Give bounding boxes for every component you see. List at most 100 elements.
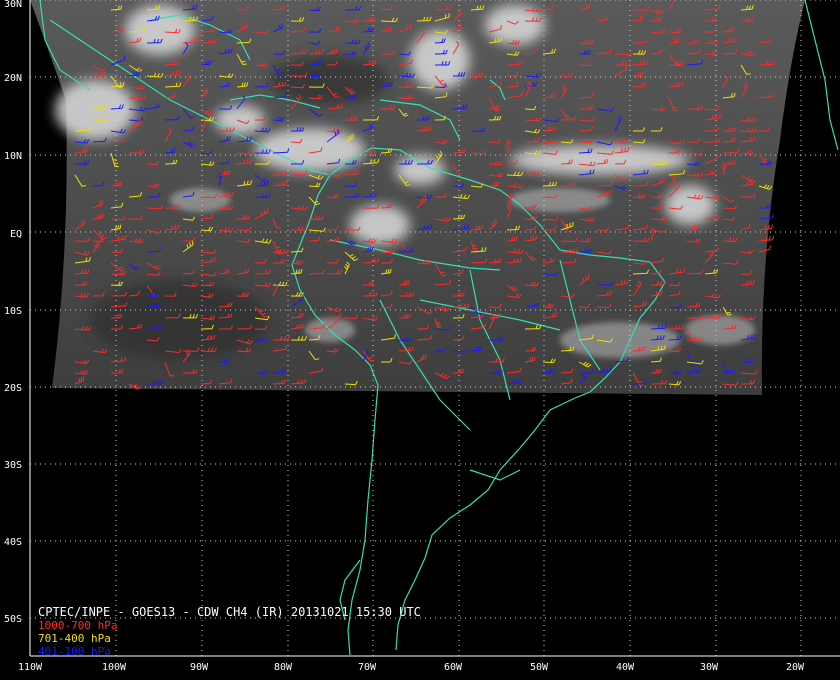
lat-label: 30N <box>4 0 22 10</box>
wind-barb <box>326 273 341 275</box>
wind-barb <box>524 305 538 308</box>
wind-barb <box>290 52 306 55</box>
wind-barb <box>434 41 445 44</box>
wind-barb <box>560 162 572 165</box>
wind-barb <box>542 361 554 364</box>
wind-barb <box>596 306 610 308</box>
wind-barb <box>380 20 396 23</box>
wind-barb <box>686 42 698 44</box>
lon-label: 80W <box>274 662 293 673</box>
legend-entry-low-level: 1000-700 hPa <box>38 619 117 632</box>
wind-barb <box>344 97 355 99</box>
wind-barb-flag <box>241 60 246 63</box>
wind-barb-flag <box>586 4 588 9</box>
wind-barb <box>110 251 122 254</box>
lat-label: 30S <box>4 460 22 471</box>
wind-barb-flag <box>495 109 500 111</box>
wind-barb <box>344 383 356 386</box>
wind-barb <box>668 338 680 341</box>
wind-barb <box>308 240 319 242</box>
wind-barb <box>434 86 445 89</box>
wind-barb <box>290 250 302 253</box>
wind-barb <box>524 140 539 143</box>
wind-barb-flag <box>279 75 285 77</box>
wind-barb <box>632 272 648 275</box>
lat-label: EQ <box>10 229 22 240</box>
wind-barb <box>488 306 500 308</box>
lat-label: 10N <box>4 151 22 162</box>
wind-barb-flag <box>769 245 771 250</box>
wind-barb-flag <box>81 185 87 187</box>
wind-barb-flag <box>263 209 266 214</box>
wind-barb <box>578 64 589 67</box>
wind-barb <box>434 350 445 352</box>
wind-barb-flag <box>278 72 283 74</box>
wind-barb-flag <box>726 312 731 314</box>
wind-barb <box>524 108 535 111</box>
wind-barb <box>452 339 463 341</box>
wind-barb <box>506 85 517 88</box>
wind-barb-flag <box>763 159 768 161</box>
wind-barb <box>254 273 270 275</box>
wind-barb <box>380 206 391 209</box>
legend-entry-high-level: 401-100 hPa <box>38 645 111 658</box>
wind-barb <box>578 306 589 308</box>
wind-barb <box>146 207 161 210</box>
wind-barb-flag <box>226 136 229 141</box>
wind-barb <box>290 141 301 144</box>
wind-barb <box>146 251 160 253</box>
wind-barb <box>506 64 521 66</box>
wind-barb <box>254 86 267 88</box>
wind-barb <box>182 272 193 275</box>
wind-barb <box>398 349 412 352</box>
wind-barb <box>308 273 324 275</box>
lat-label: 40S <box>4 537 22 548</box>
wind-barb-flag <box>564 224 569 226</box>
wind-barb <box>272 383 284 385</box>
wind-barb-flag <box>276 69 281 72</box>
wind-barb <box>272 371 285 374</box>
wind-barb <box>560 240 576 243</box>
satellite-wind-map: 30N 20N 10N EQ 10S 20S 30S 40S 50S 110W … <box>0 0 840 680</box>
lat-label: 50S <box>4 614 22 625</box>
wind-barb-flag <box>442 274 447 277</box>
lat-label: 10S <box>4 306 22 317</box>
wind-barb <box>488 141 499 144</box>
lon-label: 50W <box>530 662 549 673</box>
wind-barb <box>668 284 679 287</box>
wind-barb <box>506 229 519 231</box>
wind-barb <box>110 8 121 11</box>
wind-barb <box>146 163 157 166</box>
lon-label: 60W <box>444 662 463 673</box>
wind-barb-flag <box>567 230 572 232</box>
wind-barb <box>560 349 573 352</box>
wind-barb <box>668 350 679 353</box>
wind-barb-flag <box>625 65 627 70</box>
wind-barb <box>758 163 770 165</box>
wind-barb-flag <box>229 136 231 141</box>
lat-label: 20S <box>4 383 22 394</box>
lon-label: 20W <box>786 662 805 673</box>
wind-barb-flag <box>607 190 609 195</box>
lon-label: 70W <box>358 662 377 673</box>
wind-barb-flag <box>588 3 591 8</box>
wind-barb <box>200 30 214 33</box>
wind-barb <box>650 272 661 275</box>
wind-barb-flag <box>242 63 247 65</box>
lon-label: 100W <box>102 662 127 673</box>
wind-barb <box>236 41 250 44</box>
wind-barb <box>542 9 553 11</box>
wind-barb <box>236 229 250 232</box>
wind-barb <box>146 8 159 11</box>
wind-barb <box>596 229 608 231</box>
wind-barb-flag <box>440 271 445 274</box>
lon-label: 90W <box>190 662 209 673</box>
legend-entry-mid-level: 701-400 hPa <box>38 632 111 645</box>
wind-barb <box>344 185 355 187</box>
wind-barb <box>452 152 465 154</box>
wind-barb <box>488 339 503 341</box>
lat-label: 20N <box>4 73 22 84</box>
wind-barb-flag <box>500 25 502 30</box>
wind-barb-flag <box>727 314 732 316</box>
wind-barb <box>686 306 699 308</box>
